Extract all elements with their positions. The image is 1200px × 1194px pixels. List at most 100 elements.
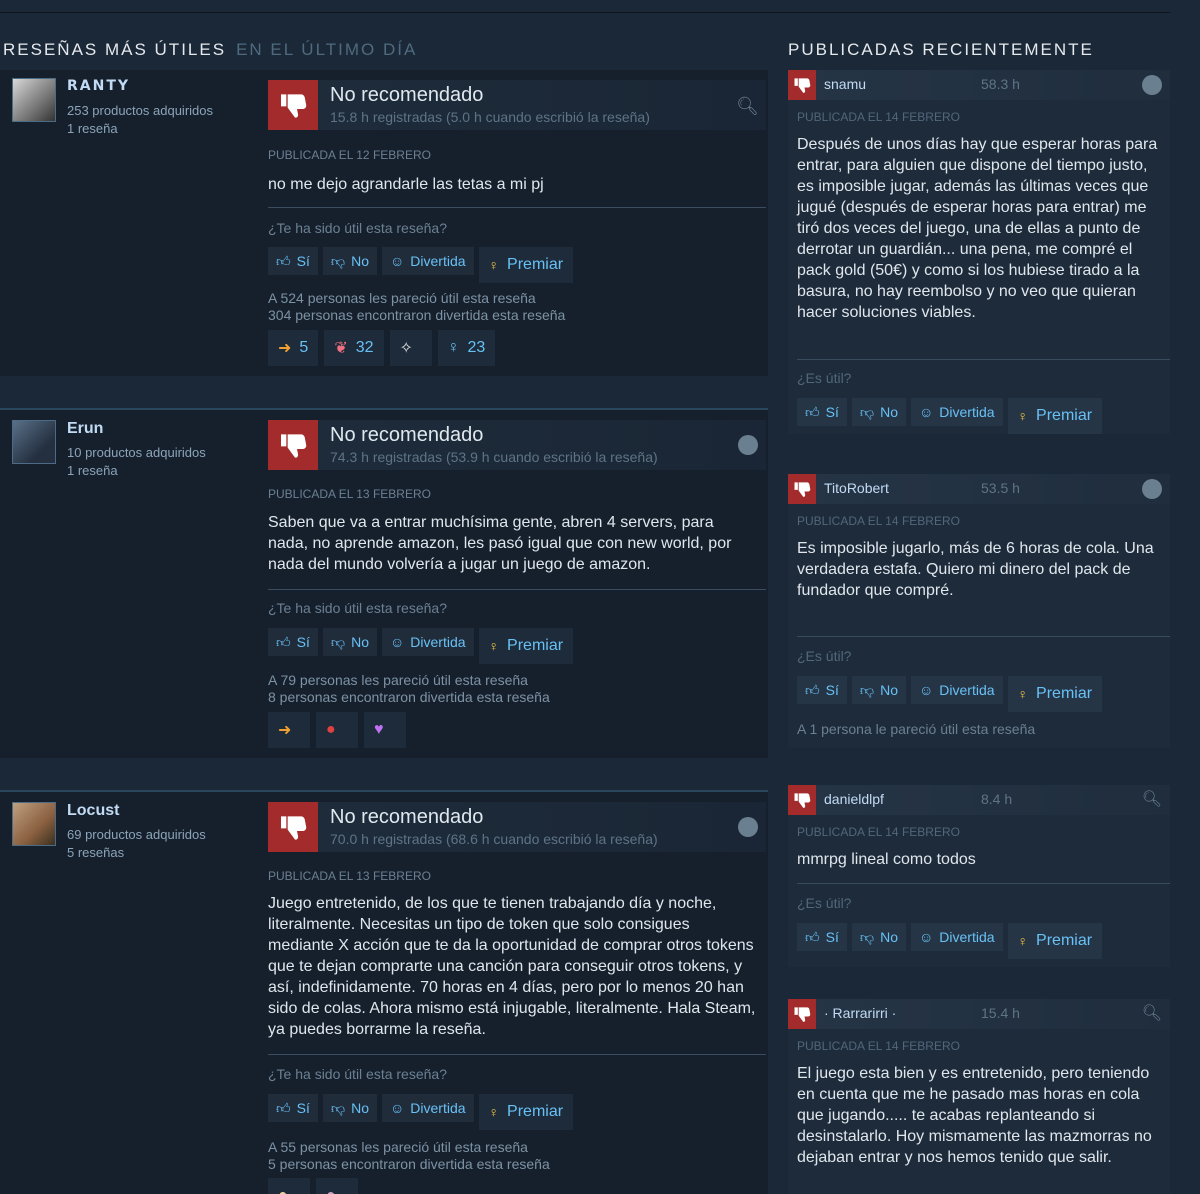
most-helpful-label: RESEÑAS MÁS ÚTILES [3,40,227,59]
award-item[interactable]: ● [268,1178,310,1194]
funny-label: Divertida [410,253,466,269]
verdict: No recomendado [330,84,484,106]
award-item[interactable]: ● [316,712,358,748]
award-item[interactable]: ♀ 23 [437,330,496,366]
vote-buttons: 👍︎ Sí 👎︎ No ☺ Divertida ♀ Premiar [797,923,1103,959]
no-button[interactable]: 👎︎ No [322,247,377,275]
vote-buttons: 👍︎ Sí 👎︎ No ☺ Divertida ♀ Premiar [797,676,1103,712]
review-text: Es imposible jugarlo, más de 6 horas de … [797,540,1154,599]
hours-played: 53.5 h [981,480,1020,496]
smiley-icon: ☺ [390,1100,405,1116]
yes-button[interactable]: 👍︎ Sí [268,247,318,275]
vote-buttons: 👍︎ Sí 👎︎ No ☺ Divertida ♀ Premiar [797,398,1103,434]
award-button[interactable]: ♀ Premiar [1007,676,1103,712]
yes-button[interactable]: 👍︎ Sí [797,398,847,426]
award-count: 5 [299,339,309,356]
period-filter[interactable]: EN EL ÚLTIMO DÍA [236,40,417,59]
award-label: Premiar [1036,407,1093,424]
no-button[interactable]: 👎︎ No [851,923,906,951]
yes-button[interactable]: 👍︎ Sí [268,628,318,656]
reviews-count[interactable]: 1 reseña [67,462,206,480]
author-name[interactable]: Locust [67,802,119,820]
no-button[interactable]: 👎︎ No [322,628,377,656]
award-ribbon-icon: ♀ [1017,933,1029,949]
thumbs-up-icon: 👍︎ [805,681,820,698]
avatar[interactable] [12,802,56,846]
award-item[interactable]: ● [316,1178,358,1194]
award-ribbon-icon: ♀ [1017,686,1029,702]
funny-button[interactable]: ☺ Divertida [911,923,1003,951]
reviews-count[interactable]: 5 reseñas [67,844,206,862]
yes-button[interactable]: 👍︎ Sí [797,923,847,951]
potion-icon: ● [326,721,336,738]
award-button[interactable]: ♀ Premiar [478,247,574,283]
author-name[interactable]: danieldlpf [824,791,884,807]
funny-button[interactable]: ☺ Divertida [382,628,474,656]
top-divider [0,12,1170,13]
helpful-question: ¿Es útil? [797,370,852,386]
posted-date: PUBLICADA EL 13 FEBRERO [268,487,431,501]
recent-header[interactable]: · Rarrarirri · 15.4 h 🔍︎ [788,999,1170,1029]
award-label: Premiar [507,637,564,654]
helpful-count: A 524 personas les pareció útil esta res… [268,290,536,306]
helpful-count: A 55 personas les pareció útil esta rese… [268,1139,528,1155]
steam-icon [738,435,758,455]
helpful-count: A 79 personas les pareció útil esta rese… [268,672,528,688]
steam-icon [1142,479,1162,499]
award-item[interactable]: ➜ 5 [268,330,319,366]
award-label: Premiar [1036,685,1093,702]
no-label: No [351,634,369,650]
products-count[interactable]: 253 productos adquiridos [67,102,213,120]
award-label: Premiar [507,1103,564,1120]
posted-date: PUBLICADA EL 13 FEBRERO [268,869,431,883]
award-button[interactable]: ♀ Premiar [478,628,574,664]
funny-button[interactable]: ☺ Divertida [382,1094,474,1122]
no-button[interactable]: 👎︎ No [851,398,906,426]
author-name[interactable]: snamu [824,76,866,92]
no-button[interactable]: 👎︎ No [851,676,906,704]
yes-label: Sí [825,682,839,698]
thumbs-down-icon [268,420,318,470]
reviews-count[interactable]: 1 reseña [67,120,213,138]
yes-button[interactable]: 👍︎ Sí [797,676,847,704]
funny-button[interactable]: ☺ Divertida [911,676,1003,704]
products-count[interactable]: 10 productos adquiridos [67,444,206,462]
yes-button[interactable]: 👍︎ Sí [268,1094,318,1122]
recent-header[interactable]: TitoRobert 53.5 h [788,474,1170,504]
funny-button[interactable]: ☺ Divertida [911,398,1003,426]
review-text: Saben que va a entrar muchísima gente, a… [268,514,732,573]
recent-header[interactable]: snamu 58.3 h [788,70,1170,100]
review-card: RANTY 253 productos adquiridos 1 reseña … [0,70,768,376]
recent-review-card: TitoRobert 53.5 h PUBLICADA EL 14 FEBRER… [788,474,1170,748]
divider [268,1054,766,1055]
award-item[interactable]: ♥ [364,712,406,748]
recent-header[interactable]: danieldlpf 8.4 h 🔍︎ [788,785,1170,815]
funny-button[interactable]: ☺ Divertida [382,247,474,275]
no-button[interactable]: 👎︎ No [322,1094,377,1122]
funny-count: 304 personas encontraron divertida esta … [268,307,566,323]
avatar[interactable] [12,420,56,464]
thumbs-up-icon: 👍︎ [805,403,820,420]
award-item[interactable]: ✧ [389,330,432,366]
awards-row: ➜ ● ♥ [268,712,406,748]
thumbs-down-icon [268,80,318,130]
award-item[interactable]: ➜ [268,712,310,748]
author-name[interactable]: TitoRobert [824,480,889,496]
award-item[interactable]: ❦ 32 [324,330,384,366]
award-ribbon-icon: ♀ [447,339,460,356]
award-button[interactable]: ♀ Premiar [478,1094,574,1130]
vote-header[interactable]: No recomendado 74.3 h registradas (53.9 … [268,420,766,470]
review-text: Después de unos días hay que esperar hor… [797,136,1158,321]
author-name[interactable]: · Rarrarirri · [824,1005,896,1021]
vote-header[interactable]: No recomendado 15.8 h registradas (5.0 h… [268,80,766,130]
award-ribbon-icon: ♀ [488,638,500,654]
steam-icon [738,817,758,837]
avatar[interactable] [12,78,56,122]
divider [268,207,766,208]
products-count[interactable]: 69 productos adquiridos [67,826,206,844]
award-button[interactable]: ♀ Premiar [1007,923,1103,959]
award-button[interactable]: ♀ Premiar [1007,398,1103,434]
author-name[interactable]: Erun [67,420,103,438]
author-name[interactable]: RANTY [67,78,130,94]
vote-header[interactable]: No recomendado 70.0 h registradas (68.6 … [268,802,766,852]
